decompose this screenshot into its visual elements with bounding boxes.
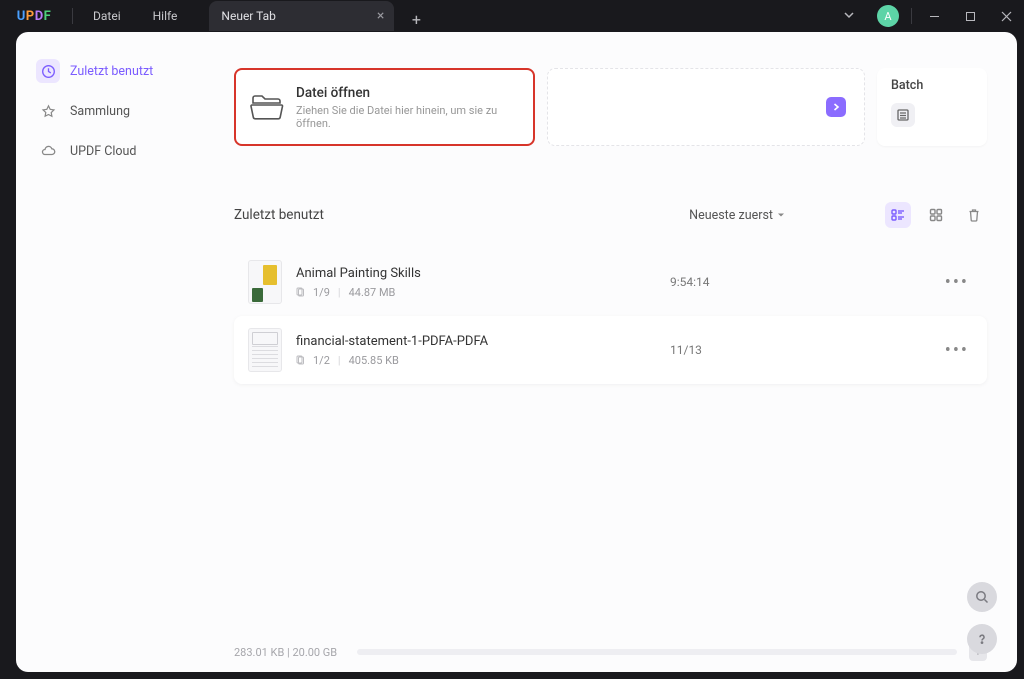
batch-card: Batch xyxy=(877,68,987,146)
recent-title: Zuletzt benutzt xyxy=(234,207,324,223)
add-tab-button[interactable]: + xyxy=(404,7,428,31)
star-icon xyxy=(36,99,60,123)
card-row: Datei öffnen Ziehen Sie die Datei hier h… xyxy=(234,68,987,146)
batch-label: Batch xyxy=(891,78,973,93)
more-icon[interactable]: ••• xyxy=(945,340,969,361)
menu-file[interactable]: Datei xyxy=(77,0,137,32)
tab-title: Neuer Tab xyxy=(221,9,275,23)
sidebar-item-recent[interactable]: Zuletzt benutzt xyxy=(26,52,198,90)
tab-new[interactable]: Neuer Tab × xyxy=(209,1,394,31)
chevron-down-icon xyxy=(777,211,785,219)
close-window-button[interactable] xyxy=(988,0,1024,32)
sidebar-item-label: UPDF Cloud xyxy=(70,144,136,159)
pages-icon xyxy=(296,355,305,365)
sort-dropdown[interactable]: Neueste zuerst xyxy=(689,208,785,223)
file-row[interactable]: financial-statement-1-PDFA-PDFA 1/2 | 40… xyxy=(234,316,987,384)
recent-header: Zuletzt benutzt Neueste zuerst xyxy=(234,198,987,232)
file-row[interactable]: Animal Painting Skills 1/9 | 44.87 MB 9:… xyxy=(234,248,987,316)
file-info: financial-statement-1-PDFA-PDFA 1/2 | 40… xyxy=(296,334,656,367)
help-fab[interactable] xyxy=(967,624,997,654)
cloud-icon xyxy=(36,139,60,163)
floating-buttons xyxy=(967,582,997,654)
storage-bar xyxy=(357,649,957,655)
titlebar: UPDF Datei Hilfe Neuer Tab × + A xyxy=(0,0,1024,32)
storage-text: 283.01 KB | 20.00 GB xyxy=(234,646,337,659)
more-icon[interactable]: ••• xyxy=(945,272,969,293)
file-thumbnail xyxy=(248,260,282,304)
search-fab[interactable] xyxy=(967,582,997,612)
file-time: 9:54:14 xyxy=(670,275,710,289)
divider xyxy=(911,8,912,24)
open-file-card[interactable]: Datei öffnen Ziehen Sie die Datei hier h… xyxy=(234,68,535,146)
folder-open-icon xyxy=(250,92,284,122)
workspace: Zuletzt benutzt Sammlung UPDF Cloud Date… xyxy=(16,32,1017,672)
batch-icon[interactable] xyxy=(891,103,915,127)
tab-bar: Neuer Tab × + xyxy=(209,1,428,31)
pages-icon xyxy=(296,287,305,297)
file-meta: 1/9 | 44.87 MB xyxy=(296,286,656,299)
avatar[interactable]: A xyxy=(877,5,899,27)
delete-button[interactable] xyxy=(961,202,987,228)
close-tab-icon[interactable]: × xyxy=(377,8,384,24)
sidebar-item-label: Sammlung xyxy=(70,104,130,119)
sidebar: Zuletzt benutzt Sammlung UPDF Cloud xyxy=(16,32,208,672)
grid-view-button[interactable] xyxy=(923,202,949,228)
file-thumbnail xyxy=(248,328,282,372)
maximize-button[interactable] xyxy=(952,0,988,32)
drop-area[interactable] xyxy=(547,68,865,146)
status-bar: 283.01 KB | 20.00 GB + xyxy=(234,640,987,664)
view-controls xyxy=(885,202,987,228)
clock-icon xyxy=(36,59,60,83)
minimize-button[interactable] xyxy=(916,0,952,32)
menu-help[interactable]: Hilfe xyxy=(137,0,194,32)
sidebar-item-label: Zuletzt benutzt xyxy=(70,64,153,79)
list-view-button[interactable] xyxy=(885,202,911,228)
file-list: Animal Painting Skills 1/9 | 44.87 MB 9:… xyxy=(234,248,987,384)
file-name: financial-statement-1-PDFA-PDFA xyxy=(296,334,656,349)
main-area: Datei öffnen Ziehen Sie die Datei hier h… xyxy=(208,32,1017,672)
file-time: 11/13 xyxy=(670,343,702,357)
open-card-text: Datei öffnen Ziehen Sie die Datei hier h… xyxy=(296,85,519,130)
window-controls: A xyxy=(829,0,1024,32)
file-info: Animal Painting Skills 1/9 | 44.87 MB xyxy=(296,266,656,299)
app-logo: UPDF xyxy=(0,9,68,24)
sidebar-item-cloud[interactable]: UPDF Cloud xyxy=(26,132,198,170)
open-card-subtitle: Ziehen Sie die Datei hier hinein, um sie… xyxy=(296,104,519,130)
expand-button[interactable] xyxy=(826,97,846,117)
file-meta: 1/2 | 405.85 KB xyxy=(296,354,656,367)
file-name: Animal Painting Skills xyxy=(296,266,656,281)
chevron-down-icon[interactable] xyxy=(829,9,869,24)
open-card-title: Datei öffnen xyxy=(296,85,519,101)
sidebar-item-collection[interactable]: Sammlung xyxy=(26,92,198,130)
divider xyxy=(72,8,73,24)
